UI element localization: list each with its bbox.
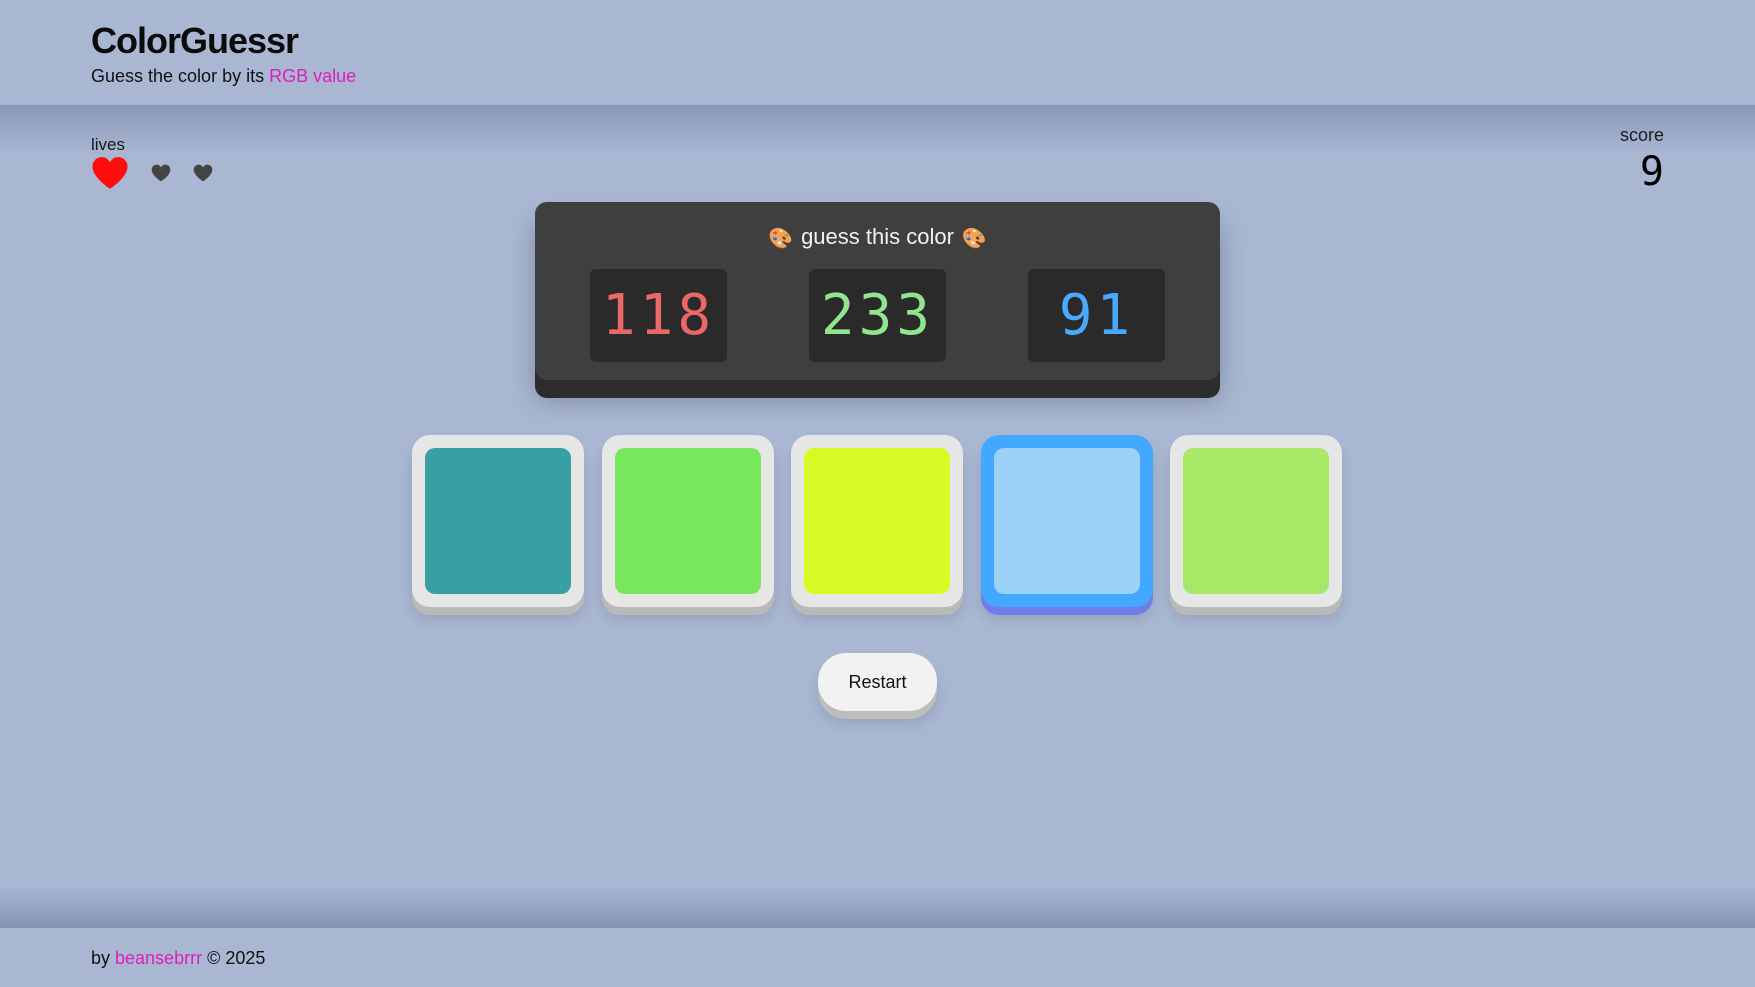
- color-swatch: [1183, 448, 1329, 594]
- footer-credit: by beansebrrr © 2025: [91, 948, 265, 969]
- color-option-1[interactable]: [412, 435, 584, 607]
- color-option-2[interactable]: [602, 435, 774, 607]
- color-option-5[interactable]: [1170, 435, 1342, 607]
- palette-icon: 🎨: [961, 228, 987, 250]
- lives-hearts: [91, 156, 223, 190]
- subtitle-accent: RGB value: [269, 66, 357, 86]
- green-value-display: 233: [809, 269, 946, 362]
- blue-value-display: 91: [1028, 269, 1165, 362]
- color-swatch: [994, 448, 1140, 594]
- target-color-panel: 🎨 guess this color 🎨 118 233 91: [535, 202, 1220, 380]
- color-option-4[interactable]: [981, 435, 1153, 607]
- header-shadow: [0, 105, 1755, 155]
- heart-icon: [92, 157, 128, 189]
- color-options: [412, 435, 1343, 615]
- app-footer: by beansebrrr © 2025: [0, 928, 1755, 987]
- app-title: ColorGuessr: [91, 20, 299, 61]
- color-swatch: [615, 448, 761, 594]
- color-swatch: [804, 448, 950, 594]
- target-prompt: 🎨 guess this color 🎨: [535, 224, 1220, 251]
- color-option-3[interactable]: [791, 435, 963, 607]
- color-swatch: [425, 448, 571, 594]
- prompt-text: guess this color: [801, 224, 954, 249]
- score-value: 9: [1639, 149, 1664, 195]
- app-subtitle: Guess the color by its RGB value: [91, 66, 356, 87]
- heart-icon: [193, 164, 213, 182]
- red-value-display: 118: [590, 269, 727, 362]
- footer-prefix: by: [91, 948, 116, 968]
- palette-icon: 🎨: [768, 228, 794, 250]
- author-link[interactable]: beansebrrr: [115, 948, 202, 968]
- restart-button[interactable]: Restart: [818, 653, 937, 711]
- footer-suffix: © 2025: [202, 948, 266, 968]
- subtitle-text: Guess the color by its: [91, 66, 270, 86]
- footer-shadow: [0, 885, 1755, 928]
- heart-icon: [151, 164, 171, 182]
- app-header: ColorGuessr Guess the color by its RGB v…: [0, 0, 1755, 105]
